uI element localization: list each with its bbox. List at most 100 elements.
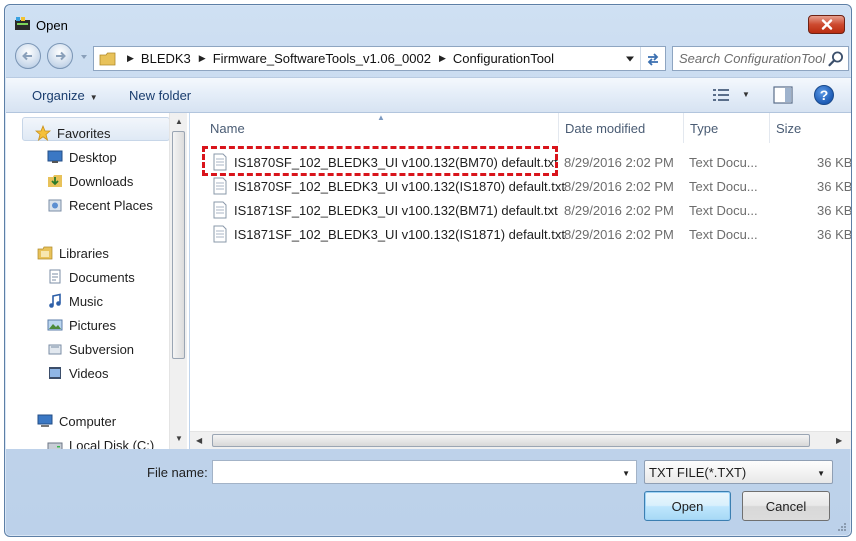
file-date: 8/29/2016 2:02 PM: [564, 226, 674, 242]
text-file-icon: [213, 201, 227, 219]
breadcrumb-configuration-tool[interactable]: ConfigurationTool: [453, 51, 554, 66]
file-row[interactable]: IS1871SF_102_BLEDK3_UI v100.132(BM71) de…: [206, 199, 851, 221]
refresh-icon: [647, 52, 658, 66]
nav-recent-places[interactable]: Recent Places: [46, 195, 153, 215]
forward-arrow-icon: [56, 51, 66, 61]
file-name-dropdown-icon[interactable]: ▼: [622, 469, 630, 478]
nav-music[interactable]: Music: [46, 291, 103, 311]
file-name-label: File name:: [147, 465, 208, 480]
address-bar[interactable]: ▶ BLEDK3 ▶ Firmware_SoftwareTools_v1.06_…: [93, 46, 666, 71]
navigation-pane: Favorites Desktop Downloads Recent Place…: [6, 113, 189, 449]
back-button[interactable]: [15, 43, 41, 69]
chevron-down-icon: ▼: [89, 93, 98, 102]
cancel-button[interactable]: Cancel: [742, 491, 830, 521]
nav-desktop[interactable]: Desktop: [46, 147, 117, 167]
nav-label: Subversion: [69, 341, 135, 357]
nav-videos[interactable]: Videos: [46, 363, 109, 383]
address-dropdown-icon[interactable]: [625, 55, 635, 63]
search-icon[interactable]: [827, 50, 845, 68]
nav-documents[interactable]: Documents: [46, 267, 135, 287]
videos-icon: [46, 365, 64, 381]
file-size: 36 KB: [817, 226, 851, 242]
nav-subversion[interactable]: Subversion: [46, 339, 134, 359]
file-size: 36 KB: [817, 202, 851, 218]
highlight-annotation: [202, 146, 558, 176]
pictures-icon: [46, 317, 64, 333]
nav-downloads[interactable]: Downloads: [46, 171, 133, 191]
file-name: IS1871SF_102_BLEDK3_UI v100.132(BM71) de…: [234, 202, 558, 218]
file-name: IS1870SF_102_BLEDK3_UI v100.132(IS1870) …: [234, 178, 565, 194]
preview-pane-icon[interactable]: [773, 86, 793, 104]
close-button[interactable]: [808, 15, 845, 34]
refresh-button[interactable]: [640, 47, 664, 70]
nav-vertical-scrollbar[interactable]: ▲ ▼: [169, 113, 187, 449]
search-input[interactable]: Search ConfigurationTool: [679, 51, 827, 66]
chevron-down-icon: ▼: [817, 469, 825, 478]
star-icon: [34, 125, 52, 141]
file-type: Text Docu...: [689, 202, 758, 218]
text-file-icon: [213, 177, 227, 195]
file-date: 8/29/2016 2:02 PM: [564, 202, 674, 218]
nav-local-disk[interactable]: Local Disk (C:): [46, 435, 154, 449]
breadcrumb-firmware-tools[interactable]: Firmware_SoftwareTools_v1.06_0002: [213, 51, 431, 66]
file-row[interactable]: IS1870SF_102_BLEDK3_UI v100.132(IS1870) …: [206, 175, 851, 197]
column-header-name[interactable]: Name: [204, 113, 559, 143]
file-date: 8/29/2016 2:02 PM: [564, 154, 674, 170]
breadcrumb-separator[interactable]: ▶: [439, 53, 446, 64]
column-header-date-modified[interactable]: Date modified: [559, 113, 684, 143]
file-list: ▲ Name Date modified Type Size IS1870SF_…: [190, 113, 851, 449]
file-type-filter-select[interactable]: TXT FILE(*.TXT) ▼: [644, 460, 833, 484]
scroll-up-icon[interactable]: ▲: [175, 117, 183, 126]
desktop-icon: [46, 149, 64, 165]
computer-icon: [36, 413, 54, 429]
forward-button[interactable]: [47, 43, 73, 69]
nav-libraries[interactable]: Libraries: [36, 243, 109, 263]
help-icon[interactable]: ?: [814, 85, 834, 105]
nav-label: Recent Places: [69, 197, 153, 213]
open-button[interactable]: Open: [644, 491, 731, 521]
file-date: 8/29/2016 2:02 PM: [564, 178, 674, 194]
scrollbar-thumb[interactable]: [212, 434, 810, 447]
change-view-icon[interactable]: [712, 87, 730, 103]
nav-favorites[interactable]: Favorites: [34, 123, 110, 143]
nav-label: Music: [69, 293, 103, 309]
recent-places-icon: [46, 197, 64, 213]
new-folder-button[interactable]: New folder: [129, 88, 191, 103]
nav-label: Videos: [69, 365, 109, 381]
search-box[interactable]: Search ConfigurationTool: [672, 46, 849, 71]
breadcrumb-separator[interactable]: ▶: [199, 53, 206, 64]
recent-locations-dropdown-icon[interactable]: [79, 53, 89, 61]
organize-button[interactable]: Organize ▼: [32, 88, 98, 103]
drive-icon: [46, 437, 64, 449]
nav-label: Desktop: [69, 149, 117, 165]
scroll-down-icon[interactable]: ▼: [175, 434, 183, 443]
subversion-icon: [46, 341, 64, 357]
file-row[interactable]: IS1871SF_102_BLEDK3_UI v100.132(IS1871) …: [206, 223, 851, 245]
breadcrumb-bledk3[interactable]: BLEDK3: [141, 51, 191, 66]
nav-label: Documents: [69, 269, 135, 285]
open-dialog: Open ▶ BLEDK3 ▶ Firmware_SoftwareTools_v…: [4, 4, 852, 537]
nav-computer[interactable]: Computer: [36, 411, 116, 431]
file-name: IS1871SF_102_BLEDK3_UI v100.132(IS1871) …: [234, 226, 565, 242]
breadcrumb-separator[interactable]: ▶: [127, 53, 134, 64]
close-icon: [821, 19, 832, 30]
file-type: Text Docu...: [689, 154, 758, 170]
scroll-left-icon[interactable]: ◀: [196, 436, 202, 445]
scrollbar-thumb[interactable]: [172, 131, 185, 359]
file-type: Text Docu...: [689, 178, 758, 194]
nav-label: Local Disk (C:): [69, 437, 155, 450]
column-header-size[interactable]: Size: [770, 113, 851, 143]
scroll-right-icon[interactable]: ▶: [836, 436, 842, 445]
nav-label: Pictures: [69, 317, 116, 333]
nav-label: Computer: [59, 413, 117, 429]
resize-grip-icon[interactable]: [837, 522, 847, 532]
column-header-type[interactable]: Type: [684, 113, 770, 143]
file-name-input[interactable]: ▼: [212, 460, 637, 484]
file-list-horizontal-scrollbar[interactable]: ◀ ▶: [190, 431, 851, 449]
title-bar: Open: [5, 5, 851, 39]
organize-label: Organize: [32, 88, 85, 103]
views-dropdown-icon[interactable]: ▼: [742, 90, 750, 99]
nav-pictures[interactable]: Pictures: [46, 315, 116, 335]
downloads-folder-icon: [46, 173, 64, 189]
file-size: 36 KB: [817, 178, 851, 194]
